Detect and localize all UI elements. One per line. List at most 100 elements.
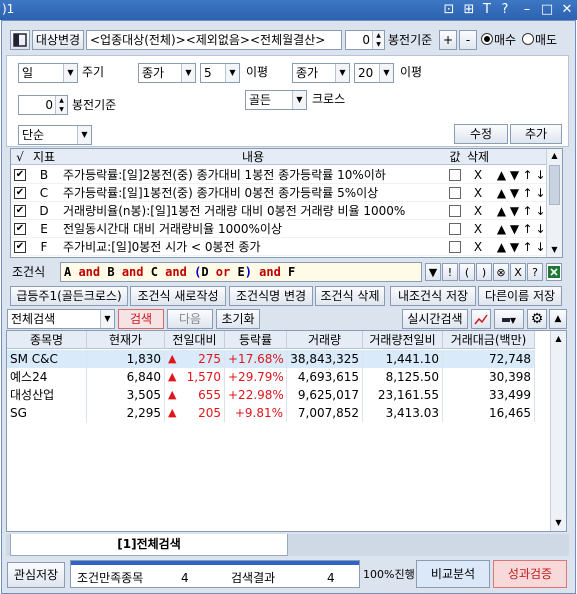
condition-value-checkbox[interactable] [449, 241, 461, 253]
column-header[interactable]: 전일대비 [165, 331, 225, 349]
pin-icon[interactable]: ⊞ [460, 1, 478, 19]
search-button[interactable]: 검색 [118, 309, 164, 329]
realtime-search-button[interactable]: 실시간검색 [402, 309, 468, 329]
condition-row[interactable]: ✔ E 전일동시간대 대비 거래량비율 1000%이상 X ▲ ▼ ↑ ↓ [11, 220, 548, 238]
formula-input[interactable]: A and B and C and (D or E) and F [60, 262, 422, 282]
rename-condition-button[interactable]: 조건식명 변경 [229, 286, 313, 306]
delete-condition-button[interactable]: 조건식 삭제 [315, 286, 385, 306]
next-button[interactable]: 다음 [167, 309, 213, 329]
move-down-icon[interactable]: ▼ [508, 202, 521, 220]
open-paren-button[interactable]: ( [459, 263, 475, 281]
ma2-field-select[interactable]: 종가 ▼ [292, 63, 350, 83]
delete-x-button[interactable]: X [463, 184, 493, 202]
move-top-icon[interactable]: ↑ [521, 184, 534, 202]
not-button[interactable]: ! [442, 263, 458, 281]
condition-row[interactable]: ✔ C 주가등락률:[일]1봉전(중) 종가대비 0봉전 종가등락률 5%이상 X ▲ ▼… [11, 184, 548, 202]
delete-x-button[interactable]: X [463, 220, 493, 238]
spinner-arrows-icon[interactable]: ▲ ▼ [372, 31, 384, 49]
column-header[interactable]: 거래대금(백만) [443, 331, 535, 349]
modify-button[interactable]: 수정 [454, 124, 508, 144]
chart-icon[interactable] [471, 309, 491, 329]
toolbar-bong-spinner[interactable]: 0 ▲ ▼ [345, 30, 385, 50]
minimize-icon[interactable]: – [518, 1, 536, 19]
plus-button[interactable]: + [439, 30, 457, 50]
move-down-icon[interactable]: ▼ [508, 184, 521, 202]
performance-verify-button[interactable]: 성과검증 [493, 560, 567, 588]
scroll-up-icon[interactable]: ▲ [551, 331, 566, 347]
tab-full-search[interactable]: [1]전체검색 [10, 534, 288, 556]
move-up-icon[interactable]: ▲ [495, 220, 508, 238]
scroll-thumb[interactable] [549, 165, 560, 205]
collapse-up-icon[interactable]: ▲ [549, 309, 567, 329]
column-header[interactable]: 현재가 [87, 331, 165, 349]
scroll-down-icon[interactable]: ▼ [547, 243, 562, 257]
move-up-icon[interactable]: ▲ [495, 184, 508, 202]
xor-button[interactable]: ⊗ [493, 263, 509, 281]
scroll-down-icon[interactable]: ▼ [551, 515, 566, 531]
close-paren-button[interactable]: ) [476, 263, 492, 281]
sell-radio[interactable] [522, 33, 534, 45]
results-scrollbar[interactable]: ▲ ▼ [550, 331, 566, 531]
column-header[interactable]: 등락률 [225, 331, 287, 349]
condition-checkbox[interactable]: ✔ [14, 169, 26, 181]
target-change-button[interactable]: 대상변경 [32, 30, 84, 50]
save-my-condition-button[interactable]: 내조건식 저장 [390, 286, 476, 306]
mode-select[interactable]: 단순 ▼ [18, 125, 92, 145]
condition-value-checkbox[interactable] [449, 205, 461, 217]
golden-cross-condition-button[interactable]: 급등주1(골든크로스) [10, 286, 128, 306]
condition-checkbox[interactable]: ✔ [14, 241, 26, 253]
move-down-icon[interactable]: ▼ [508, 238, 521, 256]
condition-row[interactable]: ✔ D 거래량비율(n봉):[일]1봉전 거래량 대비 0봉전 거래량 비율 100… [11, 202, 548, 220]
move-top-icon[interactable]: ↑ [521, 166, 534, 184]
condition-checkbox[interactable]: ✔ [14, 187, 26, 199]
save-as-button[interactable]: 다른이름 저장 [478, 286, 562, 306]
ma2-period-select[interactable]: 20 ▼ [354, 63, 394, 83]
condition-checkbox[interactable]: ✔ [14, 205, 26, 217]
move-up-icon[interactable]: ▲ [495, 202, 508, 220]
layout-toggle-icon[interactable] [10, 30, 30, 50]
condition-value-checkbox[interactable] [449, 169, 461, 181]
column-header[interactable]: 종목명 [7, 331, 87, 349]
move-down-icon[interactable]: ▼ [508, 166, 521, 184]
maximize-icon[interactable]: □ [538, 1, 556, 19]
condition-value-checkbox[interactable] [449, 187, 461, 199]
close-icon[interactable]: ✕ [558, 1, 576, 19]
move-up-icon[interactable]: ▲ [495, 238, 508, 256]
ma1-field-select[interactable]: 종가 ▼ [138, 63, 196, 83]
condition-scrollbar[interactable]: ▲ ▼ [546, 149, 562, 257]
new-condition-button[interactable]: 조건식 새로작성 [130, 286, 226, 306]
search-scope-select[interactable]: 전체검색 ▼ [7, 309, 115, 329]
buy-radio[interactable] [481, 33, 493, 45]
formula-help-button[interactable]: ? [527, 263, 543, 281]
save-watchlist-button[interactable]: 관심저장 [7, 562, 65, 588]
add-button[interactable]: 추가 [510, 124, 562, 144]
table-row[interactable]: 예스24 6,840 ▲ 1,570 +29.79% 4,693,615 8,125.50 3… [7, 368, 535, 386]
move-top-icon[interactable]: ↑ [521, 220, 534, 238]
text-icon[interactable]: T [478, 1, 496, 19]
view-options-icon[interactable]: ▼ [494, 309, 524, 329]
column-header[interactable]: 거래량전일비 [363, 331, 443, 349]
condition-value-checkbox[interactable] [449, 223, 461, 235]
settings-bong-spinner[interactable]: 0 ▲ ▼ [18, 95, 68, 115]
formula-dropdown-icon[interactable]: ▼ [425, 263, 441, 281]
period-select[interactable]: 일 ▼ [18, 63, 78, 83]
table-row[interactable]: 대성산업 3,505 ▲ 655 +22.98% 9,625,017 23,161.55 33… [7, 386, 535, 404]
condition-checkbox[interactable]: ✔ [14, 223, 26, 235]
column-header[interactable]: 거래량 [287, 331, 363, 349]
move-up-icon[interactable]: ▲ [495, 166, 508, 184]
reset-button[interactable]: 초기화 [216, 309, 260, 329]
condition-row[interactable]: ✔ B 주가등락률:[일]2봉전(중) 종가대비 1봉전 종가등락률 10%이하 X ▲… [11, 166, 548, 184]
move-down-icon[interactable]: ▼ [508, 220, 521, 238]
minus-button[interactable]: - [459, 30, 477, 50]
ma1-period-select[interactable]: 5 ▼ [200, 63, 240, 83]
move-top-icon[interactable]: ↑ [521, 202, 534, 220]
condition-row[interactable]: ✔ F 주가비교:[일]0봉전 시가 < 0봉전 종가 X ▲ ▼ ↑ ↓ [11, 238, 548, 256]
table-row[interactable]: SM C&C 1,830 ▲ 275 +17.68% 38,843,325 1,441.10… [7, 350, 535, 368]
clear-button[interactable]: X [510, 263, 526, 281]
gear-icon[interactable]: ⚙ [527, 309, 547, 329]
layout-icon[interactable]: ⊡ [440, 1, 458, 19]
scroll-up-icon[interactable]: ▲ [547, 149, 562, 163]
excel-icon[interactable] [546, 263, 562, 281]
move-top-icon[interactable]: ↑ [521, 238, 534, 256]
delete-x-button[interactable]: X [463, 166, 493, 184]
